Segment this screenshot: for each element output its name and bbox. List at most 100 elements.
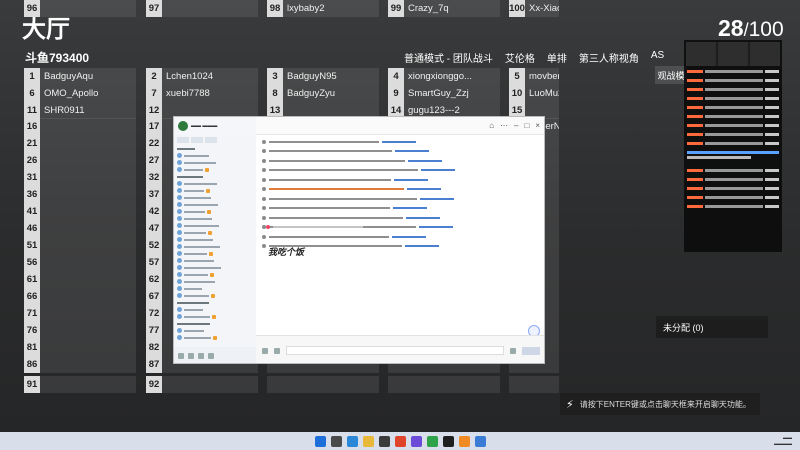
player-slot[interactable]: 51 [24, 237, 136, 254]
list-item[interactable] [177, 229, 253, 236]
player-slot[interactable]: 1 BadguyAqu [24, 68, 136, 85]
player-slot[interactable]: 91 [24, 376, 136, 393]
slot-number: 1 [24, 68, 40, 85]
avatar[interactable] [178, 121, 188, 131]
player-slot[interactable]: 36 [24, 186, 136, 203]
player-slot[interactable]: 31 [24, 169, 136, 186]
search-icon[interactable] [330, 435, 342, 447]
list-item[interactable] [177, 306, 253, 313]
player-slot[interactable]: 4 xiongxionggo... [388, 68, 500, 85]
player-slot[interactable]: 7 xuebi7788 [146, 85, 258, 102]
player-slot[interactable]: 46 [24, 220, 136, 237]
player-slot[interactable]: 9 SmartGuy_Zzj [388, 85, 500, 102]
list-item[interactable] [177, 208, 253, 215]
spectate-button[interactable]: 观战模 [655, 66, 687, 84]
list-item[interactable] [177, 152, 253, 159]
list-item[interactable] [177, 236, 253, 243]
game-icon[interactable] [442, 435, 454, 447]
player-slot[interactable]: 100 Xx-XiaoR [509, 0, 559, 17]
list-item[interactable] [177, 271, 253, 278]
contact-group[interactable] [177, 145, 253, 152]
app-icon-3[interactable] [426, 435, 438, 447]
player-slot[interactable]: 98 lxybaby2 [267, 0, 379, 17]
edge-icon[interactable] [346, 435, 358, 447]
player-slot[interactable]: 96 [24, 0, 136, 17]
chat-app-icon[interactable] [474, 435, 486, 447]
list-item[interactable] [177, 313, 253, 320]
player-slot[interactable]: 97 [146, 0, 258, 17]
send-button[interactable] [522, 346, 540, 355]
minimize-icon[interactable]: – [514, 121, 518, 130]
player-slot[interactable]: 8 BadguyZyu [267, 85, 379, 102]
app-icon-2[interactable] [410, 435, 422, 447]
list-item[interactable] [177, 327, 253, 334]
list-item[interactable] [177, 180, 253, 187]
list-item[interactable] [177, 250, 253, 257]
list-item[interactable] [177, 334, 253, 341]
app-icon[interactable] [394, 435, 406, 447]
list-item[interactable] [177, 264, 253, 271]
list-item[interactable] [177, 166, 253, 173]
player-slot[interactable]: 6 OMO_Apollo [24, 85, 136, 102]
player-slot[interactable]: 10 LuoMu20 [509, 85, 559, 102]
player-slot[interactable]: 76 [24, 322, 136, 339]
player-slot[interactable]: 56 [24, 254, 136, 271]
player-slot[interactable]: 3 BadguyN95 [267, 68, 379, 85]
tab-messages[interactable] [177, 137, 189, 143]
player-slot[interactable]: 26 [24, 152, 136, 169]
player-slot[interactable]: 61 [24, 271, 136, 288]
contact-group[interactable] [177, 173, 253, 180]
message-input[interactable] [286, 346, 504, 355]
player-slot[interactable]: 11 SHR0911 [24, 102, 136, 119]
contact-group[interactable] [177, 320, 253, 327]
emoji-icon[interactable] [262, 347, 268, 354]
start-icon[interactable] [314, 435, 326, 447]
chat-hint[interactable]: ⚡ 请按下ENTER键或点击聊天框来开启聊天功能。 [560, 393, 760, 415]
slot-number: 76 [24, 322, 40, 339]
player-slot[interactable]: 41 [24, 203, 136, 220]
stream-icon[interactable] [458, 435, 470, 447]
list-item[interactable] [177, 159, 253, 166]
player-slot[interactable]: 5 movbenr [509, 68, 559, 85]
more-icon[interactable]: ⋯ [500, 121, 508, 130]
player-slot[interactable] [267, 376, 379, 393]
tab-contacts[interactable] [191, 137, 203, 143]
slot-number: 92 [146, 376, 162, 393]
player-slot[interactable] [388, 376, 500, 393]
tab-groups[interactable] [205, 137, 217, 143]
voice-icon[interactable] [510, 347, 516, 354]
steam-icon[interactable] [378, 435, 390, 447]
player-slot[interactable]: 2 Lchen1024 [146, 68, 258, 85]
list-item[interactable] [177, 222, 253, 229]
close-icon[interactable]: × [535, 121, 540, 130]
add-icon[interactable] [188, 353, 194, 359]
list-item[interactable] [177, 194, 253, 201]
list-item[interactable] [177, 292, 253, 299]
list-item[interactable] [177, 201, 253, 208]
contact-group[interactable] [177, 299, 253, 306]
unassigned-players[interactable]: 未分配 (0) [656, 316, 768, 338]
image-icon[interactable] [274, 347, 280, 354]
player-slot[interactable]: 16 [24, 118, 136, 135]
list-item[interactable] [177, 187, 253, 194]
player-slot[interactable] [509, 376, 559, 393]
list-item[interactable] [177, 243, 253, 250]
list-item[interactable] [177, 257, 253, 264]
player-slot[interactable]: 66 [24, 288, 136, 305]
list-item[interactable] [177, 285, 253, 292]
menu-icon[interactable] [178, 353, 184, 359]
player-slot[interactable]: 86 [24, 356, 136, 373]
folder-icon[interactable] [362, 435, 374, 447]
apps-icon[interactable] [208, 353, 214, 359]
player-slot[interactable]: 71 [24, 305, 136, 322]
player-slot[interactable]: 81 [24, 339, 136, 356]
home-icon[interactable]: ⌂ [489, 121, 494, 130]
slot-number: 91 [24, 376, 40, 393]
maximize-icon[interactable]: □ [524, 121, 529, 130]
settings-icon[interactable] [198, 353, 204, 359]
player-slot[interactable]: 92 [146, 376, 258, 393]
list-item[interactable] [177, 215, 253, 222]
player-slot[interactable]: 99 Crazy_7q [388, 0, 500, 17]
player-slot[interactable]: 21 [24, 135, 136, 152]
list-item[interactable] [177, 278, 253, 285]
